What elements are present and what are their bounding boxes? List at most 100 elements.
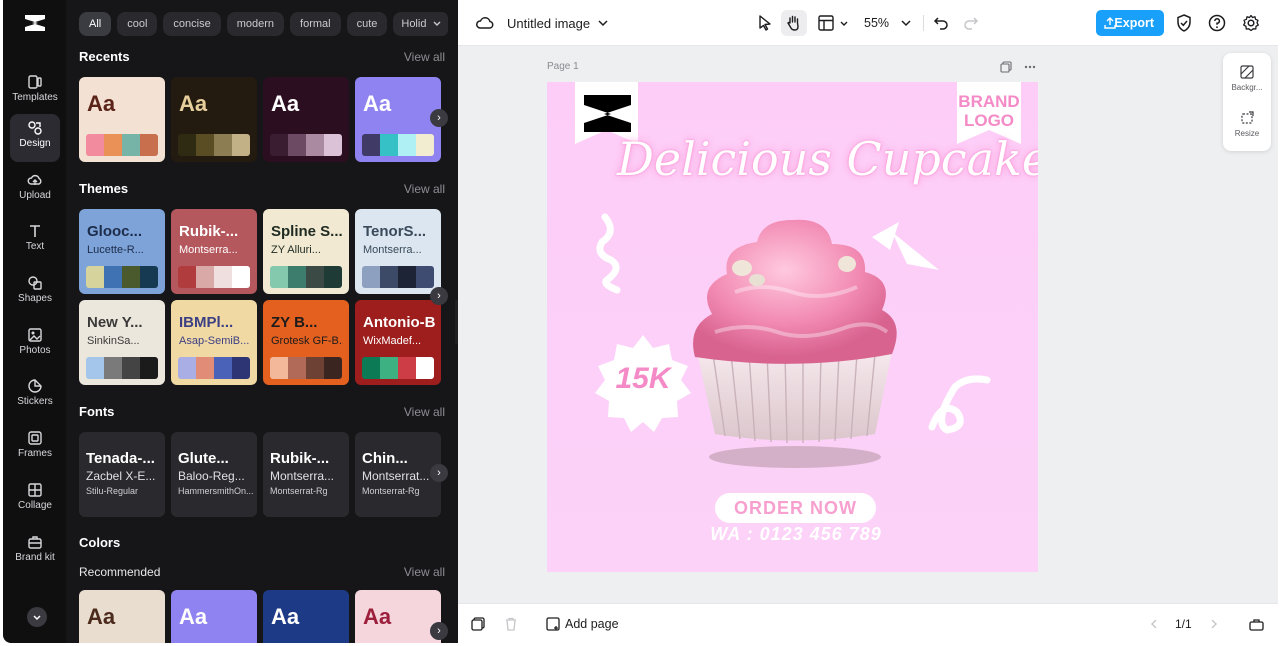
theme-card[interactable]: Antonio-Bold WixMadef... [355,300,441,385]
palette-swatch [214,134,232,156]
theme-card[interactable]: New Y... SinkinSa... [79,300,165,385]
font-pairing-card[interactable]: Rubik-... Montserra... Montserrat-Rg [263,432,349,517]
font-pairing-card[interactable]: Tenada-... Zacbel X-E... Stilu-Regular [79,432,165,517]
theme-card[interactable]: TenorS... Montserra... [355,209,441,294]
color-palette [270,266,342,288]
gear-icon[interactable] [1241,13,1261,33]
trash-icon[interactable] [504,617,518,631]
duplicate-page-icon[interactable] [1000,61,1012,73]
rail-item-collage[interactable]: Collage [10,476,60,524]
more-options-icon[interactable] [1023,61,1037,73]
resize-tool[interactable]: Resize [1223,109,1271,149]
rail-item-templates[interactable]: Templates [10,68,60,116]
hand-tool-button[interactable] [781,10,807,36]
theme-card[interactable]: ZY B... Grotesk GF-B... [263,300,349,385]
fonts-next-button[interactable]: › [430,464,448,482]
color-scheme-card[interactable]: Aa [355,590,441,643]
rail-item-upload[interactable]: Upload [10,166,60,214]
badge-15k[interactable]: 15K [595,362,691,396]
recommended-view-all[interactable]: View all [404,565,445,579]
filter-chip-cool[interactable]: cool [117,12,158,36]
recents-next-button[interactable]: › [430,109,448,127]
filter-chips: All cool concise modern formal cute Holi… [79,12,442,36]
rail-item-stickers[interactable]: Stickers [10,372,60,420]
filter-chip-cute[interactable]: cute [346,12,388,36]
shield-icon[interactable] [1174,13,1194,33]
recent-style-card[interactable]: Aa [263,77,349,162]
color-scheme-card[interactable]: Aa [171,590,257,643]
chevron-down-icon[interactable] [896,13,916,33]
poster-headline[interactable]: Delicious Cupcake [617,132,1038,186]
chevron-down-icon[interactable] [834,13,854,33]
rail-item-text[interactable]: Text [10,217,60,265]
color-scheme-card[interactable]: Aa [263,590,349,643]
layout-icon[interactable] [816,13,836,33]
document-title[interactable]: Untitled image [507,16,590,31]
add-page-button[interactable]: Add page [565,617,619,631]
filter-chip-concise[interactable]: concise [163,12,221,36]
palette-swatch [122,134,140,156]
palette-swatch [232,357,250,379]
palette-swatch [104,357,122,379]
color-palette [86,134,158,156]
chevron-right-icon[interactable] [1207,617,1221,631]
top-toolbar: Untitled image 55% Export [458,0,1278,46]
capcut-logo-icon[interactable] [23,12,47,34]
colors-next-button[interactable]: › [430,622,448,640]
rail-item-shapes[interactable]: Shapes [10,269,60,317]
themes-view-all[interactable]: View all [404,182,445,196]
rail-item-brand-kit[interactable]: Brand kit [10,528,60,580]
filters-more-button[interactable] [426,12,448,36]
resize-label: Resize [1234,129,1260,138]
collage-icon [28,483,42,497]
phone-text[interactable]: WA : 0123 456 789 [667,524,925,545]
background-tool[interactable]: Backgr... [1223,63,1271,103]
chevron-left-icon[interactable] [1147,617,1161,631]
filter-chip-all[interactable]: All [79,12,112,36]
rail-item-frames[interactable]: Frames [10,424,60,472]
rail-label: Upload [19,190,51,201]
fonts-view-all[interactable]: View all [404,405,445,419]
card-sample-text: Aa [179,604,208,629]
theme-card[interactable]: IBMPl... Asap-SemiB... [171,300,257,385]
rail-item-photos[interactable]: Photos [10,321,60,369]
filter-chip-formal[interactable]: formal [290,12,341,36]
themes-next-button[interactable]: › [430,287,448,305]
recent-style-card[interactable]: Aa [171,77,257,162]
select-pointer-icon[interactable] [755,13,775,33]
brand-logo-text[interactable]: BRAND LOGO [957,92,1021,130]
recent-style-card[interactable]: Aa [79,77,165,162]
recents-view-all[interactable]: View all [404,50,445,64]
undo-icon[interactable] [931,13,951,33]
palette-swatch [86,266,104,288]
pages-icon[interactable] [471,617,485,631]
filter-chip-modern[interactable]: modern [226,12,285,36]
theme-card[interactable]: Rubik-... Montserra... [171,209,257,294]
palette-swatch [398,266,416,288]
palette-swatch [306,134,324,156]
cloud-save-icon[interactable] [475,13,495,33]
font-pairing-card[interactable]: Chin... Montserrat... Montserrat-Rg [355,432,441,517]
theme-card[interactable]: Spline S... ZY Alluri... [263,209,349,294]
palette-swatch [196,357,214,379]
redo-icon[interactable] [961,13,981,33]
rail-label: Text [25,241,45,252]
palette-swatch [232,266,250,288]
add-page-icon[interactable] [546,617,560,631]
design-canvas[interactable]: Delicious Cupcake BRAND LOGO 15K ORDER N… [547,82,1038,572]
chevron-down-icon[interactable] [593,13,613,33]
rail-item-design[interactable]: Design [10,114,60,162]
briefcase-icon[interactable] [1249,617,1264,632]
order-now-text[interactable]: ORDER NOW [715,498,876,519]
theme-body-font: Asap-SemiB... [179,335,250,347]
color-scheme-card[interactable]: Aa [79,590,165,643]
color-palette [270,134,342,156]
zoom-level[interactable]: 55% [864,16,889,30]
theme-card[interactable]: Glooc... Lucette-R... [79,209,165,294]
help-icon[interactable] [1207,13,1227,33]
font-pairing-card[interactable]: Glute... Baloo-Reg... HammersmithOn... [171,432,257,517]
palette-swatch [122,357,140,379]
collapse-rail-button[interactable] [27,607,47,627]
export-button[interactable]: Export [1096,10,1164,36]
recent-style-card[interactable]: Aa [355,77,441,162]
